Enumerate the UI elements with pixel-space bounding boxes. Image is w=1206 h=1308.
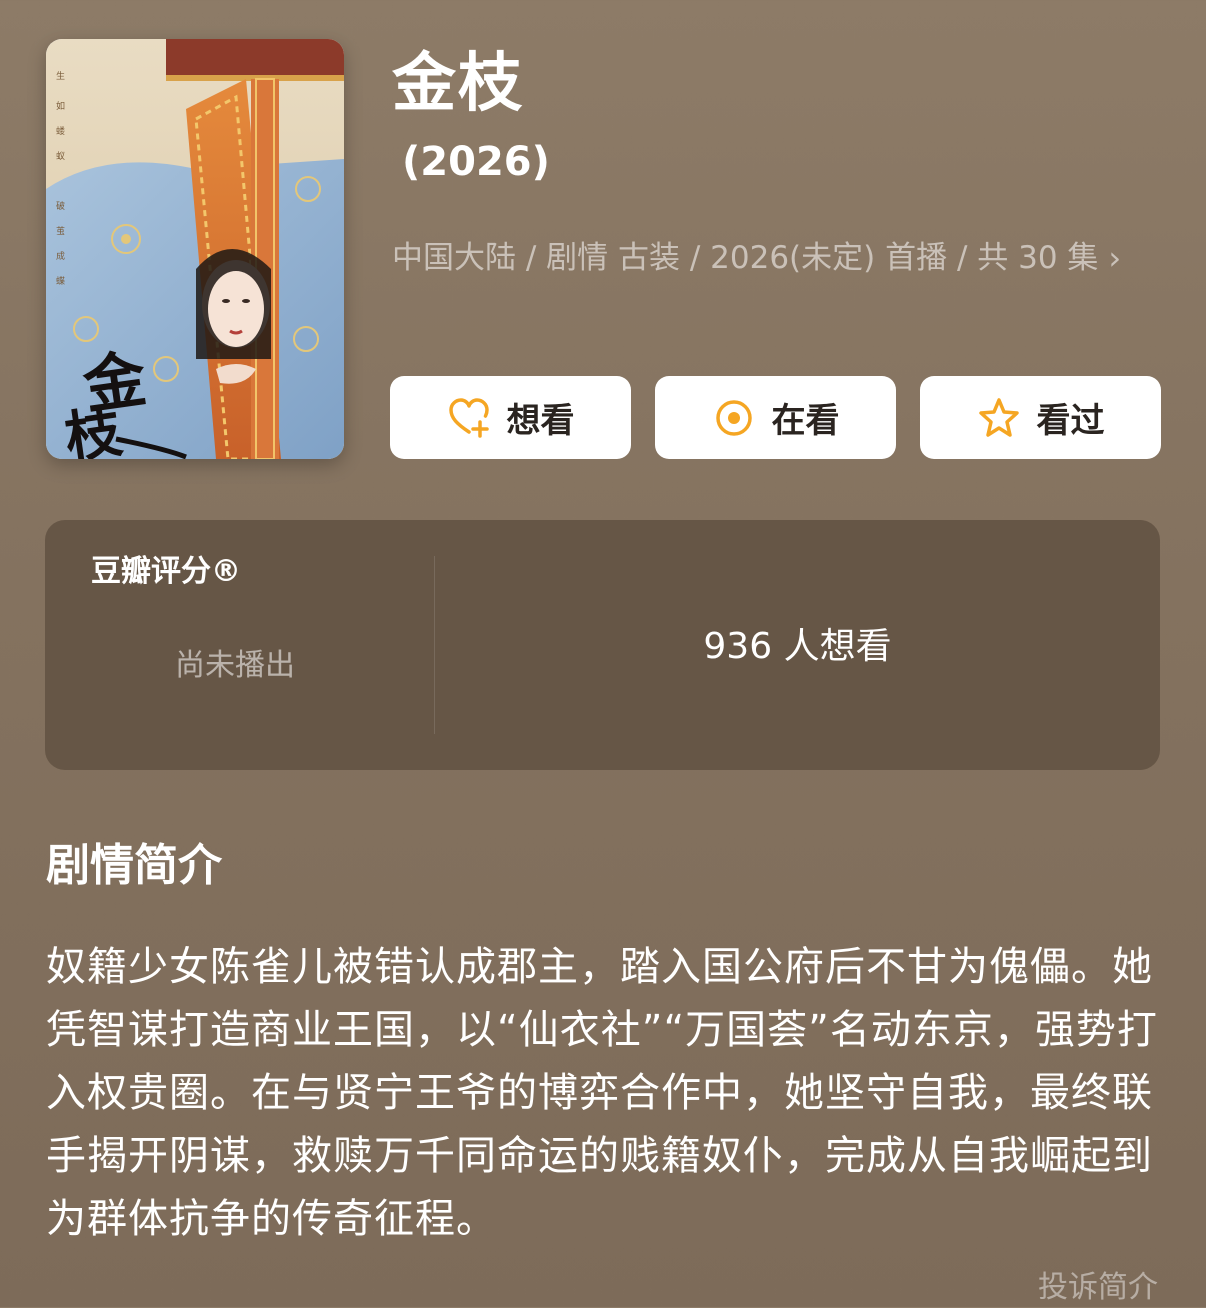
synopsis-title: 剧情简介 (46, 840, 222, 891)
watched-label: 看过 (1036, 401, 1105, 441)
meta-info-text: 中国大陆 / 剧情 古装 / 2026(未定) 首播 / 共 30 集 (392, 240, 1099, 276)
rating-panel[interactable]: 豆瓣评分® 尚未播出 936 人想看 (45, 520, 1160, 770)
svg-text:破: 破 (56, 200, 65, 212)
dot-circle-icon (712, 396, 756, 440)
svg-text:如: 如 (56, 100, 65, 112)
watching-label: 在看 (771, 401, 840, 441)
svg-text:成: 成 (56, 250, 65, 262)
rating-label: 豆瓣评分® (91, 554, 241, 589)
star-icon (977, 396, 1021, 440)
watching-button[interactable]: 在看 (655, 376, 896, 459)
svg-text:蝼: 蝼 (56, 125, 65, 137)
page-title: 金枝 (392, 47, 524, 121)
release-year: (2026) (402, 139, 550, 185)
svg-text:生: 生 (56, 70, 65, 82)
poster-image[interactable]: 生 如 蝼 蚁 破 茧 成 蝶 金 枝 (46, 39, 344, 459)
action-buttons: 想看 在看 看过 (390, 376, 1161, 459)
svg-text:茧: 茧 (56, 225, 65, 237)
svg-text:蝶: 蝶 (56, 275, 65, 287)
wish-count: 936 人想看 (703, 626, 892, 667)
report-synopsis-link[interactable]: 投诉简介 (1038, 1268, 1158, 1308)
synopsis-text: 奴籍少女陈雀儿被错认成郡主，踏入国公府后不甘为傀儡。她凭智谋打造商业王国，以“仙… (46, 944, 1158, 1242)
svg-text:蚁: 蚁 (56, 151, 65, 162)
heart-plus-icon (447, 396, 491, 440)
rating-status: 尚未播出 (175, 648, 295, 683)
poster-illustration: 生 如 蝼 蚁 破 茧 成 蝶 金 枝 (46, 39, 344, 459)
want-to-watch-label: 想看 (506, 401, 575, 441)
svg-text:枝: 枝 (61, 399, 127, 459)
meta-info-row[interactable]: 中国大陆 / 剧情 古装 / 2026(未定) 首播 / 共 30 集 › (392, 236, 1152, 280)
watched-button[interactable]: 看过 (920, 376, 1161, 459)
want-to-watch-button[interactable]: 想看 (390, 376, 631, 459)
chevron-right-icon: › (1108, 239, 1122, 277)
